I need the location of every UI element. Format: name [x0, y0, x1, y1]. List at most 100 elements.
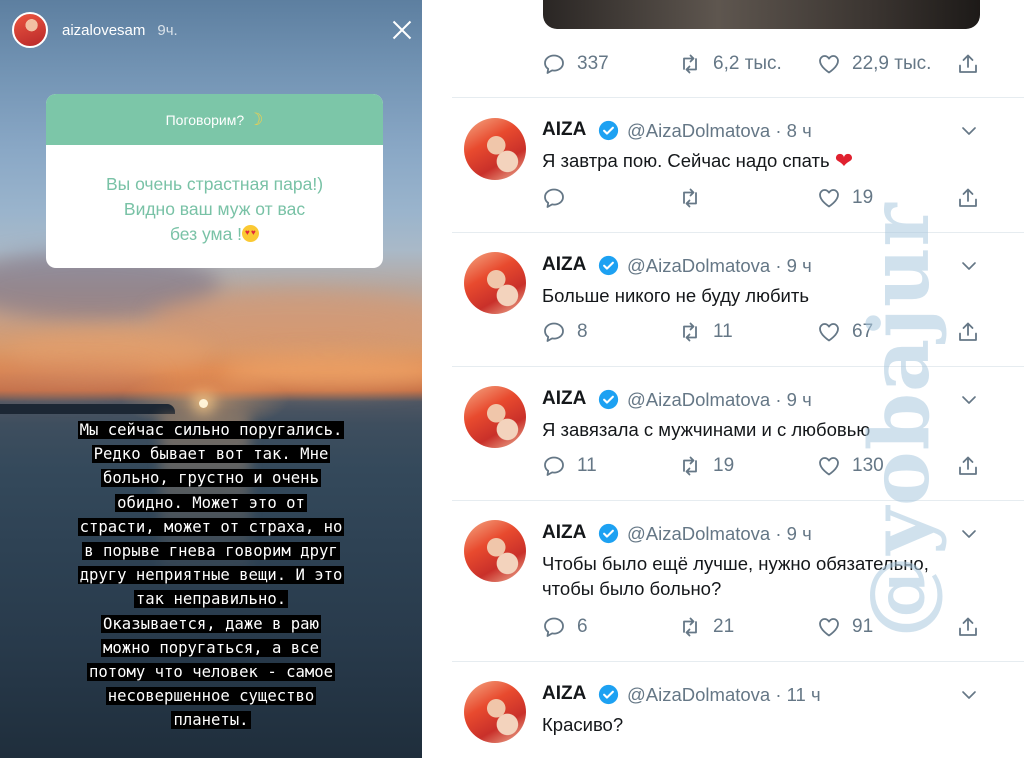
- sun: [199, 399, 208, 408]
- story-header: aizalovesam 9ч.: [12, 12, 422, 48]
- reply-button[interactable]: [542, 184, 566, 212]
- retweet-button[interactable]: [678, 184, 702, 212]
- share-button[interactable]: [956, 318, 980, 346]
- caption-line: обидно. Может это от: [0, 491, 422, 515]
- reply-button[interactable]: 337: [542, 50, 609, 78]
- like-button[interactable]: 91: [817, 613, 873, 641]
- story-username[interactable]: aizalovesam: [62, 22, 145, 39]
- answer-line: Вы очень страстная пара!): [105, 174, 324, 194]
- tweet-author-name[interactable]: AIZA: [542, 388, 586, 410]
- like-count: 91: [852, 616, 874, 637]
- tweet-handle-time[interactable]: @AizaDolmatova · 8 ч: [627, 120, 812, 142]
- like-icon: [819, 323, 839, 342]
- retweet-icon: [683, 188, 697, 208]
- like-count: 130: [852, 455, 884, 476]
- chevron-down-icon[interactable]: [960, 257, 978, 275]
- tweet-author-name[interactable]: AIZA: [542, 683, 586, 705]
- retweet-button[interactable]: 11: [678, 318, 733, 346]
- like-count: 67: [852, 321, 874, 342]
- reply-button[interactable]: 11: [542, 452, 597, 480]
- like-button[interactable]: 19: [817, 184, 873, 212]
- share-button[interactable]: [956, 184, 980, 212]
- tweet-handle-time[interactable]: @AizaDolmatova · 9 ч: [627, 389, 812, 411]
- caption-line-text: другу неприятные вещи. И это: [77, 566, 345, 585]
- share-button[interactable]: [956, 613, 980, 641]
- share-icon: [959, 54, 977, 73]
- like-count: 19: [852, 187, 874, 208]
- retweet-icon: [683, 322, 697, 342]
- reply-count: 8: [577, 321, 588, 342]
- share-button[interactable]: [956, 50, 980, 78]
- like-button[interactable]: 22,9 тыс.: [817, 50, 931, 78]
- tweet-text-line: чтобы было больно?: [542, 578, 722, 599]
- avatar[interactable]: [464, 681, 526, 743]
- caption-line: Мы сейчас сильно поругались.: [0, 418, 422, 442]
- reply-icon: [544, 322, 564, 342]
- retweet-icon: [683, 54, 697, 74]
- like-icon: [819, 457, 839, 476]
- tweet-handle-time[interactable]: @AizaDolmatova · 11 ч: [627, 684, 821, 706]
- story-avatar[interactable]: [12, 12, 48, 48]
- share-icon: [959, 188, 977, 207]
- tweet-text-content: Я завтра пою. Сейчас надо спать: [542, 150, 830, 171]
- tweet-text: Я завтра пою. Сейчас надо спать ❤: [542, 148, 1007, 173]
- caption-line: несовершенное существо: [0, 684, 422, 708]
- answer-line: Видно ваш муж от вас: [123, 199, 306, 219]
- reply-button[interactable]: 8: [542, 318, 588, 346]
- retweet-count: 6,2 тыс.: [713, 53, 782, 74]
- separator: [452, 500, 1024, 501]
- caption-line: страсти, может от страха, но: [0, 515, 422, 539]
- chevron-down-icon[interactable]: [960, 525, 978, 543]
- caption-line: больно, грустно и очень: [0, 466, 422, 490]
- tweet-text: Больше никого не буду любить: [542, 285, 810, 306]
- question-header-label: Поговорим?: [165, 111, 245, 128]
- retweet-icon: [683, 617, 697, 637]
- instagram-story: aizalovesam 9ч. Поговорим? ☽ Вы очень ст…: [0, 0, 422, 758]
- question-header: Поговорим? ☽: [46, 94, 383, 145]
- caption-line: Оказывается, даже в раю: [0, 612, 422, 636]
- tweet-text: Красиво?: [542, 714, 624, 735]
- chevron-down-icon[interactable]: [960, 686, 978, 704]
- reply-icon: [544, 456, 564, 476]
- red-heart-emoji-icon: ❤: [834, 148, 854, 173]
- like-button[interactable]: 130: [817, 452, 884, 480]
- retweet-button[interactable]: 6,2 тыс.: [678, 50, 782, 78]
- tweet-handle-time[interactable]: @AizaDolmatova · 9 ч: [627, 523, 812, 545]
- like-count: 22,9 тыс.: [852, 53, 932, 74]
- tweet-media[interactable]: [543, 0, 980, 29]
- tweet-handle-time[interactable]: @AizaDolmatova · 9 ч: [627, 255, 812, 277]
- share-icon: [959, 322, 977, 341]
- avatar[interactable]: [464, 386, 526, 448]
- tweet-author-name[interactable]: AIZA: [542, 119, 586, 141]
- caption-line-text: страсти, может от страха, но: [77, 517, 345, 536]
- like-button[interactable]: 67: [817, 318, 873, 346]
- tweet-author-name[interactable]: AIZA: [542, 522, 586, 544]
- tweet-actions: 11 19 130: [542, 452, 982, 480]
- retweet-count: 19: [713, 455, 735, 476]
- verified-badge-icon: [598, 389, 619, 410]
- caption-line-text: потому что человек - самое: [86, 663, 336, 682]
- close-icon[interactable]: [390, 18, 414, 42]
- caption-line: потому что человек - самое: [0, 660, 422, 684]
- retweet-count: 21: [713, 616, 735, 637]
- share-icon: [959, 456, 977, 475]
- chevron-down-icon[interactable]: [960, 391, 978, 409]
- avatar[interactable]: [464, 118, 526, 180]
- tweet-author-name[interactable]: AIZA: [542, 254, 586, 276]
- verified-badge-icon: [598, 523, 619, 544]
- retweet-button[interactable]: 19: [678, 452, 734, 480]
- reply-button[interactable]: 6: [542, 613, 588, 641]
- like-icon: [819, 55, 839, 74]
- separator: [452, 366, 1024, 367]
- share-icon: [959, 617, 977, 636]
- reply-count: 11: [577, 455, 597, 476]
- tweet-actions: 19: [542, 184, 982, 212]
- caption-line: можно поругаться, а все: [0, 636, 422, 660]
- retweet-button[interactable]: 21: [678, 613, 734, 641]
- question-sticker[interactable]: Поговорим? ☽ Вы очень страстная пара!) В…: [46, 94, 383, 268]
- reply-count: 337: [577, 53, 609, 74]
- share-button[interactable]: [956, 452, 980, 480]
- avatar[interactable]: [464, 252, 526, 314]
- chevron-down-icon[interactable]: [960, 122, 978, 140]
- avatar[interactable]: [464, 520, 526, 582]
